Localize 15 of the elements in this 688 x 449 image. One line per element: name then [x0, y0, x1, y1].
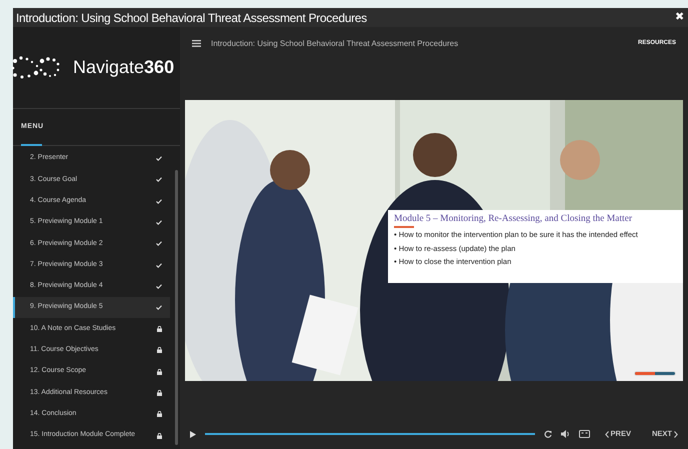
replay-icon[interactable]: [544, 430, 552, 438]
slide-heading: Module 5 – Monitoring, Re-Assessing, and Closing the Matter: [394, 213, 634, 226]
close-button[interactable]: ✖: [675, 12, 685, 23]
chevron-left-icon: [604, 430, 609, 438]
captions-icon[interactable]: [578, 430, 590, 438]
chevron-right-icon: [674, 430, 678, 438]
scrollbar[interactable]: [175, 170, 178, 445]
heading-accent: [394, 226, 414, 228]
play-icon[interactable]: [190, 430, 196, 438]
volume-icon[interactable]: [560, 430, 570, 438]
heading-underline: [21, 144, 42, 146]
logo-text: Navigate360: [73, 56, 174, 79]
course-title: Introduction: Using School Behavioral Threat Assessment Procedures: [211, 38, 460, 50]
window-title: Introduction: Using School Behavioral Threat Assessment Procedures: [16, 10, 367, 26]
menu-icon[interactable]: [192, 40, 201, 47]
